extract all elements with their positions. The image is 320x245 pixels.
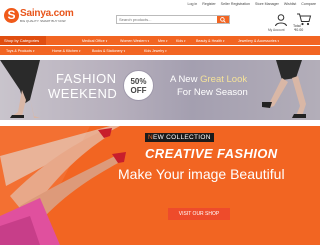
user-icon[interactable]: [274, 13, 288, 27]
page: Log in Register Seller Registration Stor…: [0, 0, 320, 245]
discount-percent: 50%: [130, 77, 147, 86]
login-link[interactable]: Log in: [187, 2, 197, 6]
discount-off-label: OFF: [130, 86, 147, 95]
banner-tagline-line2: For New Season: [177, 87, 248, 98]
search-icon: [220, 17, 226, 23]
search-bar: [116, 15, 230, 24]
visit-shop-button[interactable]: VISIT OUR SHOP: [168, 208, 230, 220]
account-label[interactable]: My Account: [268, 28, 284, 32]
hero-banner[interactable]: NEW COLLECTION CREATIVE FASHION Make You…: [0, 126, 320, 245]
nav-item-toys[interactable]: Toys & Products ▾: [6, 49, 34, 53]
logo-mark: S: [4, 8, 19, 23]
categories-menu[interactable]: Shop by Categories: [0, 36, 46, 45]
hero-subtitle: Make Your image Beautiful: [118, 166, 285, 182]
chevron-down-icon: ▾: [147, 38, 150, 43]
logo-name: Sainya.com: [20, 8, 74, 19]
chevron-down-icon: ▾: [222, 38, 225, 43]
model-legs-hero-image: [0, 126, 126, 245]
model-legs-left-image: [0, 60, 40, 118]
nav-item-books[interactable]: Books & Stationery ▾: [92, 49, 125, 53]
search-input[interactable]: [119, 16, 215, 23]
sub-nav: Toys & Products ▾ Home & Kitchen ▾ Books…: [0, 46, 320, 55]
seller-registration-link[interactable]: Seller Registration: [221, 2, 250, 6]
register-link[interactable]: Register: [202, 2, 215, 6]
model-legs-right-image: [262, 60, 306, 118]
chevron-down-icon: ▾: [78, 48, 81, 53]
fashion-weekend-banner[interactable]: FASHION WEEKEND 50% OFF A New Great Look…: [0, 60, 320, 120]
categories-label: Shop by Categories: [4, 38, 40, 43]
hero-title: CREATIVE FASHION: [145, 146, 278, 161]
nav-item-kids-jewelry[interactable]: Kids Jewelry ▾: [144, 49, 167, 53]
logo-tagline: BIG QUALITY. SMART BUY NOW: [20, 19, 66, 23]
wishlist-link[interactable]: Wishlist: [284, 2, 296, 6]
nav-item-kids[interactable]: Kids ▾: [176, 39, 186, 43]
chevron-down-icon: ▾: [165, 48, 167, 53]
main-nav: Shop by Categories Medical Office ▾ Wome…: [0, 36, 320, 45]
compare-link[interactable]: Compare: [301, 2, 316, 6]
discount-badge: 50% OFF: [124, 71, 153, 100]
chevron-down-icon: ▾: [32, 48, 35, 53]
nav-item-home-kitchen[interactable]: Home & Kitchen ▾: [52, 49, 80, 53]
banner-title-line1: FASHION: [56, 71, 117, 86]
search-button[interactable]: [217, 16, 229, 23]
banner-tagline-line1: A New Great Look: [170, 74, 248, 85]
site-logo[interactable]: S Sainya.com BIG QUALITY. SMART BUY NOW: [4, 7, 74, 25]
nav-item-men[interactable]: Men ▾: [158, 39, 168, 43]
nav-item-medical-office[interactable]: Medical Office ▾: [82, 39, 107, 43]
banner-title-line2: WEEKEND: [48, 86, 118, 101]
chevron-down-icon: ▾: [166, 38, 168, 43]
chevron-down-icon: ▾: [277, 38, 280, 43]
new-collection-tag: NEW COLLECTION: [145, 133, 214, 142]
chevron-down-icon: ▾: [184, 38, 186, 43]
cart-total-amount: ₹0.00: [294, 28, 304, 32]
chevron-down-icon: ▾: [123, 48, 126, 53]
top-links: Log in Register Seller Registration Stor…: [187, 2, 316, 6]
chevron-down-icon: ▾: [105, 38, 108, 43]
store-manager-link[interactable]: Store Manager: [255, 2, 279, 6]
nav-item-women-western[interactable]: Women Western ▾: [120, 39, 149, 43]
nav-item-beauty-health[interactable]: Beauty & Health ▾: [196, 39, 225, 43]
nav-item-jewellery[interactable]: Jewellery & Accessories ▾: [238, 39, 279, 43]
